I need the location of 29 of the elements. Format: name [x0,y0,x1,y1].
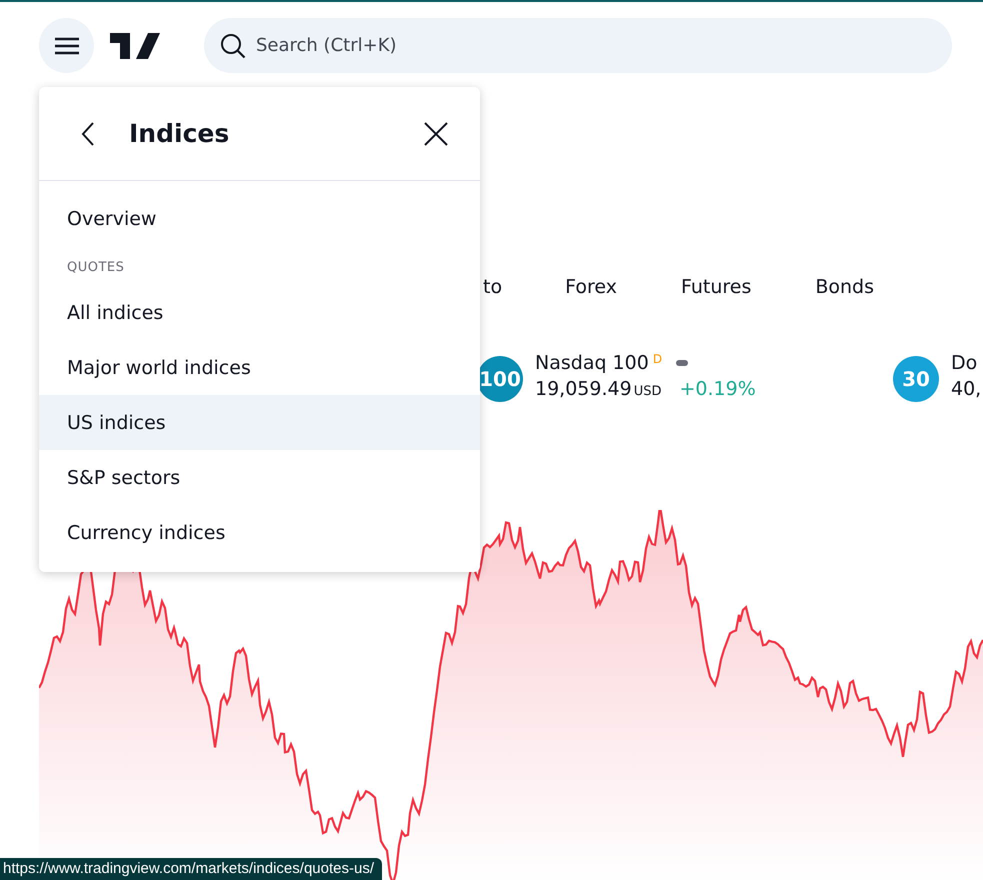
menu-item[interactable]: Currency indices [39,505,480,560]
search-icon [220,33,246,59]
menu-item[interactable]: Overview [39,191,480,246]
status-url: https://www.tradingview.com/markets/indices/quotes-us/ [0,858,382,880]
menu-item[interactable]: All indices [39,285,480,340]
menu-item[interactable]: S&P sectors [39,450,480,505]
section-heading: QUOTES [66,259,126,277]
close-icon [424,122,448,146]
index-name[interactable]: Nasdaq 100 [535,352,649,374]
menu-icon [54,36,80,56]
menu-title: Indices [129,119,230,148]
index-badge: 30 [893,356,939,402]
menu-item[interactable]: Major world indices [39,340,480,395]
index-price: 40, [951,378,982,400]
market-tab[interactable]: Futures [680,276,784,298]
logo-icon[interactable] [110,32,160,58]
index-name[interactable]: Do [951,352,978,374]
delay-label: D [652,352,662,366]
currency-label: USD [634,384,662,399]
back-icon [81,122,95,146]
status-icon [676,360,688,366]
menu-item[interactable]: US indices [39,395,480,450]
search-field[interactable]: Search (Ctrl+K) [204,18,952,73]
index-price: 19,059.49 [535,378,632,400]
market-tab[interactable]: to [483,276,534,298]
price-change: +0.19% [679,378,756,400]
market-tab[interactable]: Bonds [815,276,906,298]
market-tab[interactable]: Forex [565,276,649,298]
index-badge: 100 [477,356,523,402]
